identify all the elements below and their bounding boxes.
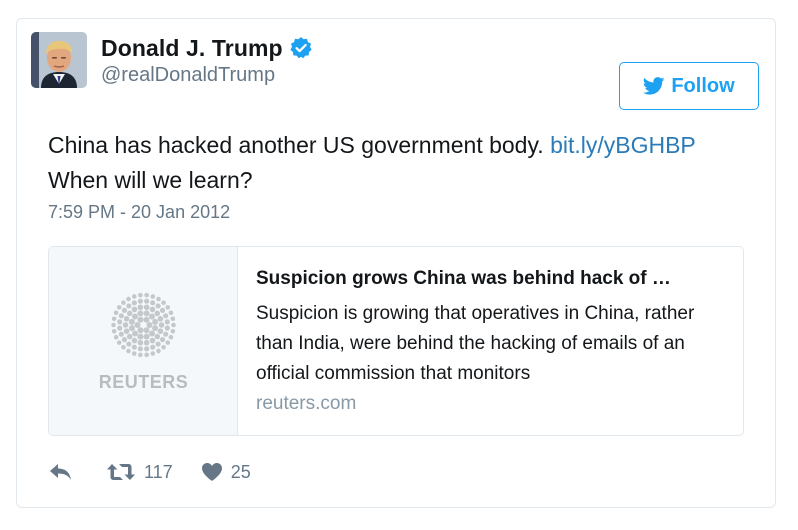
tweet-text-continued: When will we learn? <box>48 167 253 193</box>
like-count: 25 <box>230 461 251 482</box>
retweet-count: 117 <box>144 461 173 482</box>
retweet-button[interactable]: 117 <box>106 462 173 483</box>
publisher-logo-text: REUTERS <box>98 372 189 392</box>
twitter-bird-icon <box>643 77 665 95</box>
display-name[interactable]: Donald J. Trump <box>101 35 283 62</box>
avatar[interactable] <box>31 32 87 88</box>
link-card-domain: reuters.com <box>256 393 357 414</box>
reuters-logo-icon <box>111 292 176 358</box>
link-card-description: Suspicion is growing that operatives in … <box>256 303 695 384</box>
tweet-text: China has hacked another US government b… <box>48 128 758 198</box>
link-card-title: Suspicion grows China was behind hack of… <box>256 268 671 289</box>
verified-badge-icon <box>289 36 313 60</box>
tweet-link[interactable]: bit.ly/yBGHBP <box>550 132 696 158</box>
tweet-actions: 117 25 <box>48 458 251 486</box>
tweet-header: Donald J. Trump @realDonaldTrump Follow <box>31 30 759 110</box>
follow-button-label: Follow <box>671 74 735 97</box>
heart-icon <box>201 463 222 481</box>
tweet-text-main: China has hacked another US government b… <box>48 132 544 158</box>
handle[interactable]: @realDonaldTrump <box>101 64 313 87</box>
follow-button[interactable]: Follow <box>619 62 759 110</box>
author-names: Donald J. Trump @realDonaldTrump <box>101 34 313 87</box>
reply-icon <box>50 464 71 480</box>
like-button[interactable]: 25 <box>201 462 251 483</box>
reply-button[interactable] <box>48 462 74 482</box>
link-preview-card[interactable]: REUTERS Suspicion grows China was behind… <box>48 246 744 436</box>
retweet-icon <box>107 464 135 480</box>
tweet-timestamp[interactable]: 7:59 PM - 20 Jan 2012 <box>48 202 230 223</box>
link-thumbnail: REUTERS <box>49 247 238 435</box>
display-name-row: Donald J. Trump <box>101 34 313 62</box>
avatar-image <box>31 32 87 88</box>
link-card-body: Suspicion grows China was behind hack of… <box>256 267 736 419</box>
